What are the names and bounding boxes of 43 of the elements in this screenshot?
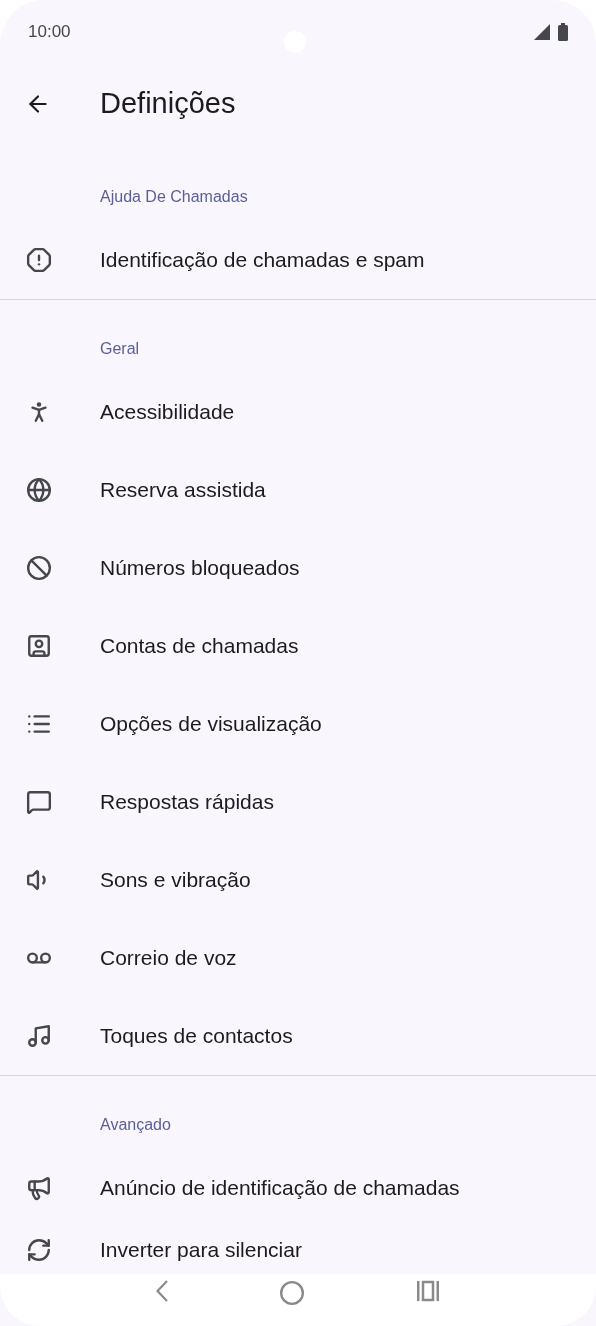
megaphone-icon — [26, 1175, 52, 1201]
settings-item[interactable]: Acessibilidade — [0, 373, 596, 451]
chevron-left-icon — [155, 1280, 168, 1302]
settings-item-label: Toques de contactos — [100, 1023, 293, 1050]
circle-icon — [279, 1280, 305, 1306]
settings-item[interactable]: Correio de voz — [0, 919, 596, 997]
nav-recents-button[interactable] — [416, 1280, 441, 1302]
settings-item[interactable]: Contas de chamadas — [0, 607, 596, 685]
settings-item-label: Inverter para silenciar — [100, 1237, 302, 1264]
nav-back-button[interactable] — [155, 1280, 168, 1302]
section-header: Geral — [100, 339, 140, 359]
settings-item-label: Contas de chamadas — [100, 633, 299, 660]
settings-item-label: Correio de voz — [100, 945, 237, 972]
settings-item[interactable]: Toques de contactos — [0, 997, 596, 1075]
settings-item-label: Opções de visualização — [100, 711, 322, 738]
status-time: 10:00 — [28, 21, 71, 44]
settings-item-label: Identificação de chamadas e spam — [100, 247, 425, 274]
section-header: Avançado — [100, 1115, 171, 1135]
settings-item[interactable]: Respostas rápidas — [0, 763, 596, 841]
settings-item-label: Reserva assistida — [100, 477, 266, 504]
nav-home-button[interactable] — [279, 1280, 305, 1306]
chat-bubble-icon — [26, 789, 52, 815]
settings-item-label: Sons e vibração — [100, 867, 251, 894]
signal-icon — [534, 24, 550, 40]
settings-item[interactable]: Números bloqueados — [0, 529, 596, 607]
rotate-icon — [26, 1237, 52, 1263]
screen-title: Definições — [100, 86, 236, 122]
alert-icon — [26, 247, 52, 273]
settings-item-label: Acessibilidade — [100, 399, 235, 426]
settings-item[interactable]: Reserva assistida — [0, 451, 596, 529]
settings-item[interactable]: Anúncio de identificação de chamadas — [0, 1149, 596, 1227]
settings-item-label: Anúncio de identificação de chamadas — [100, 1175, 460, 1202]
settings-item[interactable]: Identificação de chamadas e spam — [0, 221, 596, 299]
block-icon — [26, 555, 52, 581]
battery-icon — [558, 23, 568, 41]
section-header: Ajuda De Chamadas — [100, 187, 248, 207]
contact-card-icon — [26, 633, 52, 659]
settings-item-label: Respostas rápidas — [100, 789, 274, 816]
settings-item[interactable]: Sons e vibração — [0, 841, 596, 919]
settings-item[interactable]: Opções de visualização — [0, 685, 596, 763]
settings-item[interactable]: Inverter para silenciar — [0, 1227, 596, 1273]
music-note-icon — [26, 1023, 52, 1049]
settings-item-label: Números bloqueados — [100, 555, 300, 582]
